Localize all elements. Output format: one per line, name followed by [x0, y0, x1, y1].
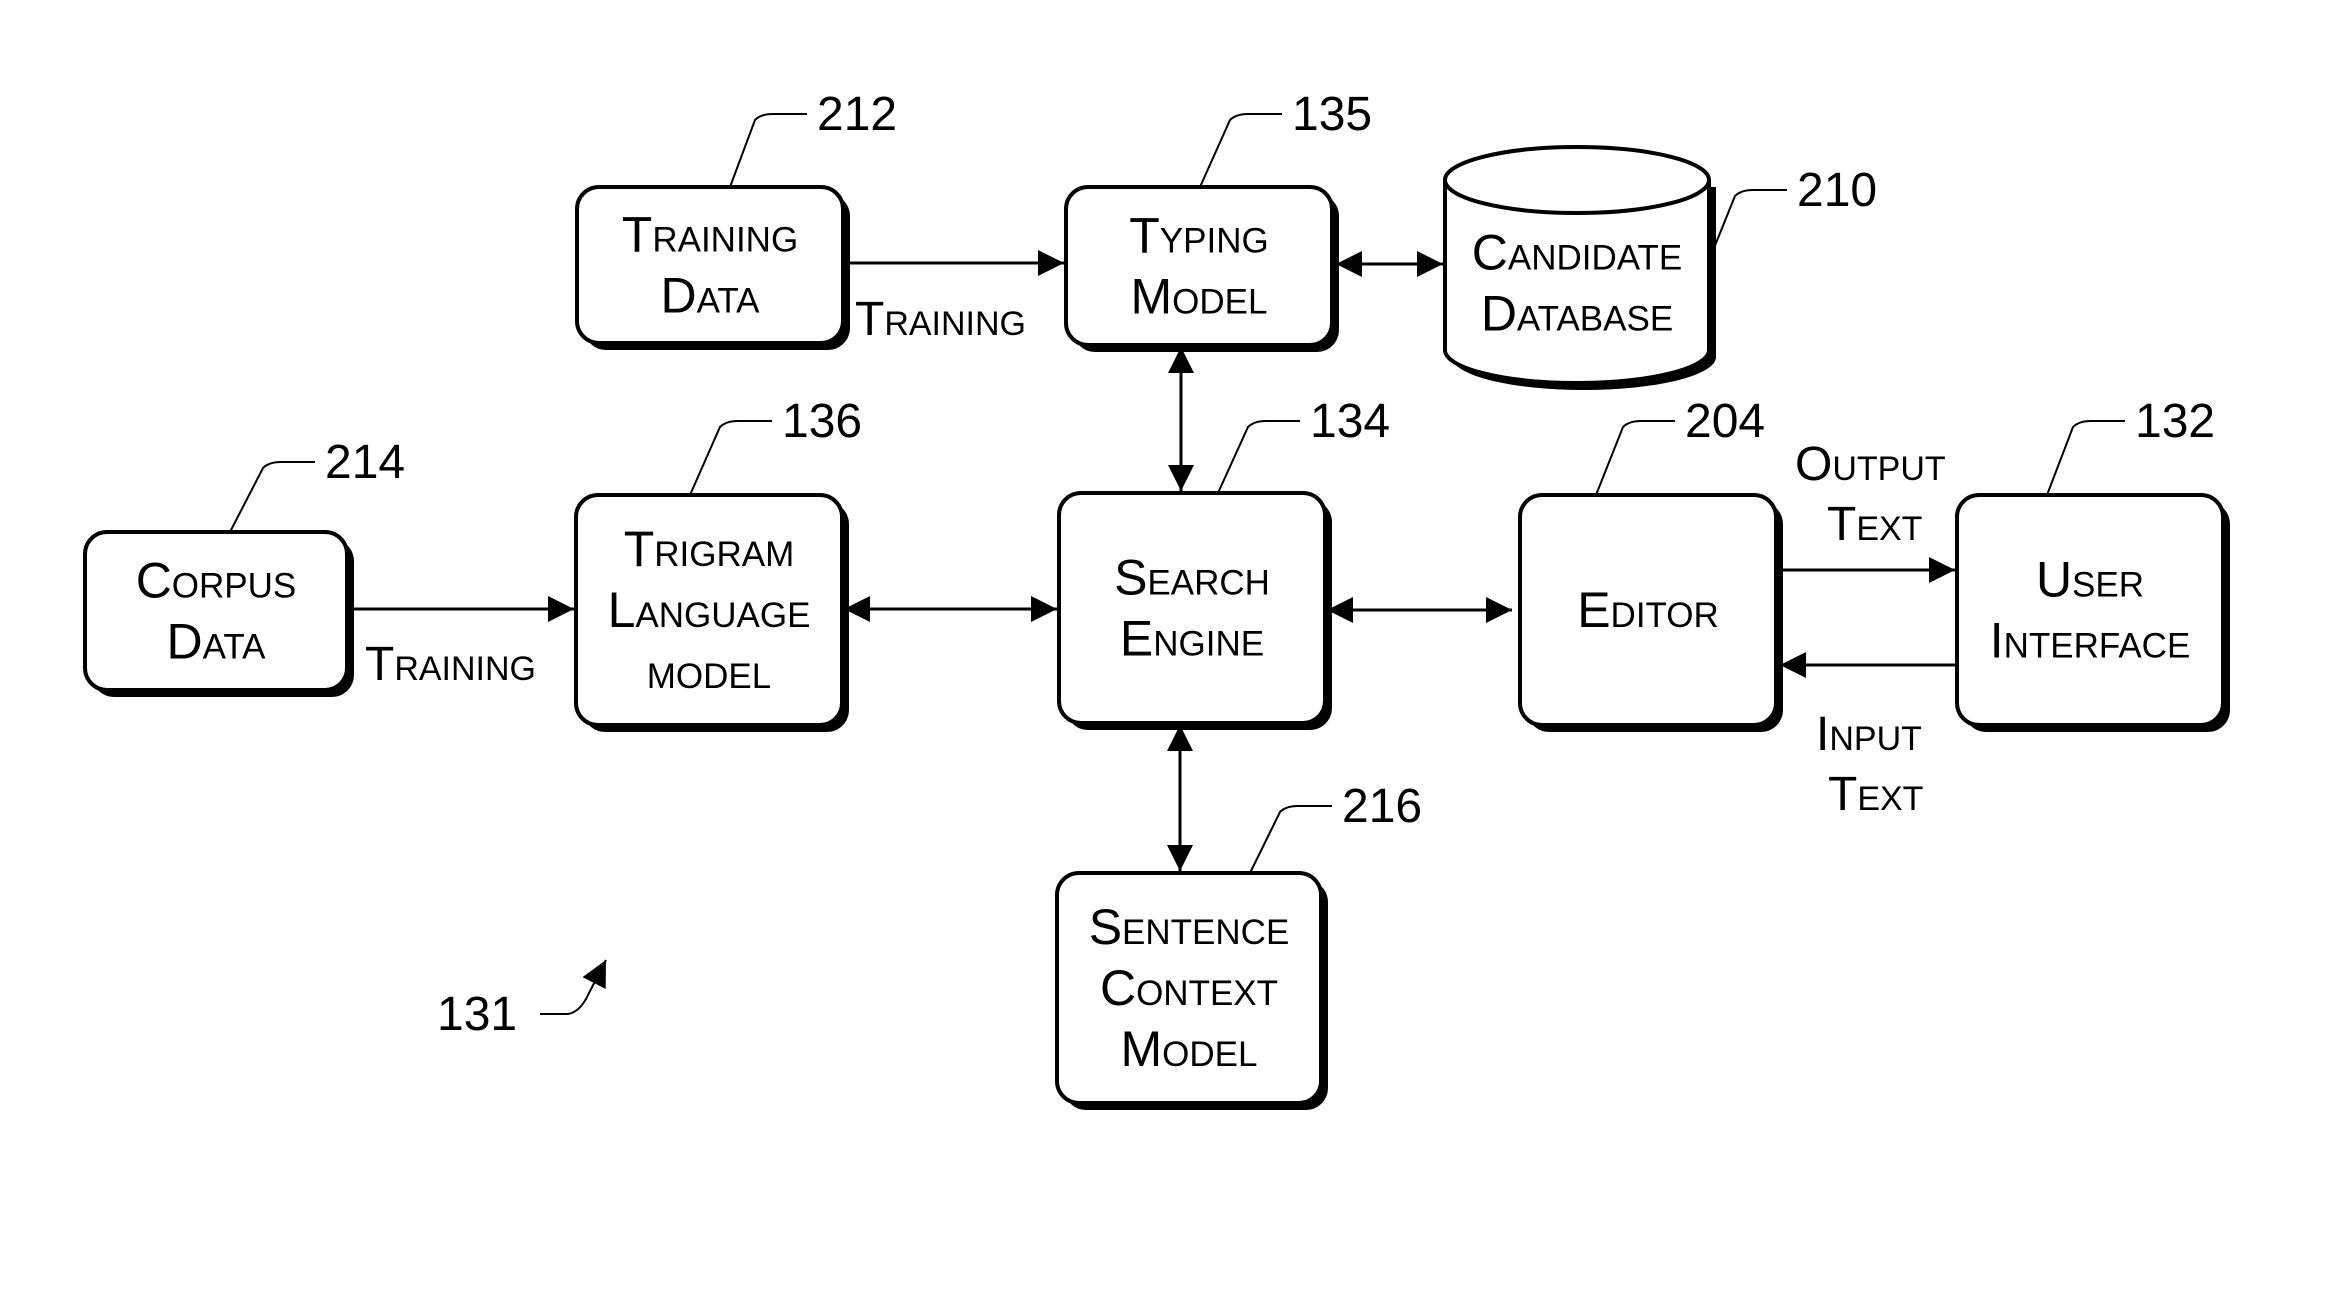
node-label: Language: [608, 582, 811, 638]
ref-number: 134: [1310, 395, 1390, 448]
node-label: Context: [1100, 960, 1278, 1016]
node-trigram: TrigramLanguagemodel 136: [574, 395, 862, 732]
ref-leader-line: [229, 461, 315, 533]
node-candidate-db: CandidateDatabase 210: [1443, 145, 1877, 390]
node-box: [1955, 493, 2225, 727]
node-label: Model: [1121, 1021, 1258, 1077]
nodes-layer: CorpusData214TrainingData212TrigramLangu…: [83, 88, 2230, 1110]
node-label: Data: [661, 268, 761, 324]
node-label: model: [647, 643, 771, 699]
ref-number: 210: [1797, 164, 1877, 217]
node-editor: Editor 204: [1518, 395, 1783, 732]
node-label: Search: [1114, 550, 1270, 606]
edge-label-editor-ui: Output: [1795, 438, 1946, 491]
node-typing: TypingModel 135: [1064, 88, 1372, 352]
node-sentence: SentenceContextModel 216: [1055, 780, 1422, 1110]
node-label: Typing: [1129, 208, 1268, 264]
cylinder-top: [1443, 145, 1711, 215]
ref-leader-line: [2046, 420, 2125, 496]
diagram-canvas: CorpusData214TrainingData212TrigramLangu…: [83, 88, 2230, 1110]
ref-leader-line: [1199, 113, 1282, 188]
figure-reference: 131: [437, 959, 607, 1041]
ref-leader-line: [689, 420, 772, 496]
node-label: Data: [167, 614, 267, 670]
node-label: Trigram: [624, 521, 795, 577]
node-search: SearchEngine 134: [1057, 395, 1390, 730]
figure-ref-arrow: [540, 959, 607, 1015]
node-ui: UserInterface 132: [1955, 395, 2230, 732]
ref-leader-line: [1711, 189, 1787, 254]
ref-leader-line: [1249, 805, 1332, 874]
edge-label-training_data-typing: Training: [855, 293, 1026, 346]
node-label: Model: [1131, 269, 1268, 325]
node-label: User: [2036, 552, 2144, 608]
ref-number: 204: [1685, 395, 1765, 448]
node-label: Sentence: [1089, 899, 1290, 955]
ref-leader-line: [1595, 420, 1675, 496]
ref-number: 214: [325, 436, 405, 489]
node-label: Training: [622, 207, 798, 263]
ref-number: 135: [1292, 88, 1372, 141]
ref-number: 136: [782, 395, 862, 448]
node-label: Corpus: [136, 553, 297, 609]
node-label: Interface: [1990, 613, 2191, 669]
ref-number: 212: [817, 88, 897, 141]
node-label: Engine: [1120, 611, 1264, 667]
edge-label-corpus-trigram: Training: [365, 638, 536, 691]
ref-leader-line: [729, 113, 807, 188]
node-label: Editor: [1577, 582, 1719, 638]
figure-ref-number: 131: [437, 988, 517, 1041]
edge-label-ui-editor: Text: [1828, 768, 1923, 821]
edge-label-ui-editor: Input: [1816, 708, 1922, 761]
ref-number: 216: [1342, 780, 1422, 833]
node-training-data: TrainingData 212: [575, 88, 897, 350]
ref-leader-line: [1217, 420, 1300, 494]
ref-number: 132: [2135, 395, 2215, 448]
node-corpus: CorpusData 214: [83, 436, 405, 697]
node-label: Candidate: [1472, 225, 1682, 281]
edge-label-editor-ui: Text: [1827, 498, 1922, 551]
node-box: [1057, 491, 1327, 725]
node-label: Database: [1481, 286, 1673, 342]
